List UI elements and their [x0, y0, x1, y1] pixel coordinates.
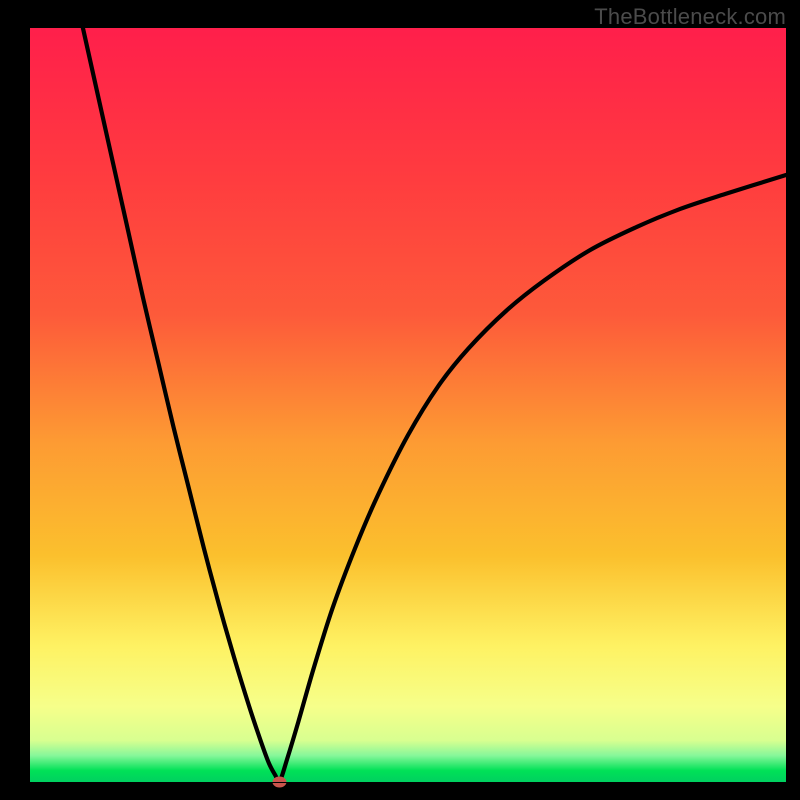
chart-frame: TheBottleneck.com: [0, 0, 800, 800]
watermark-text: TheBottleneck.com: [594, 4, 786, 30]
bottleneck-chart: [0, 0, 800, 800]
